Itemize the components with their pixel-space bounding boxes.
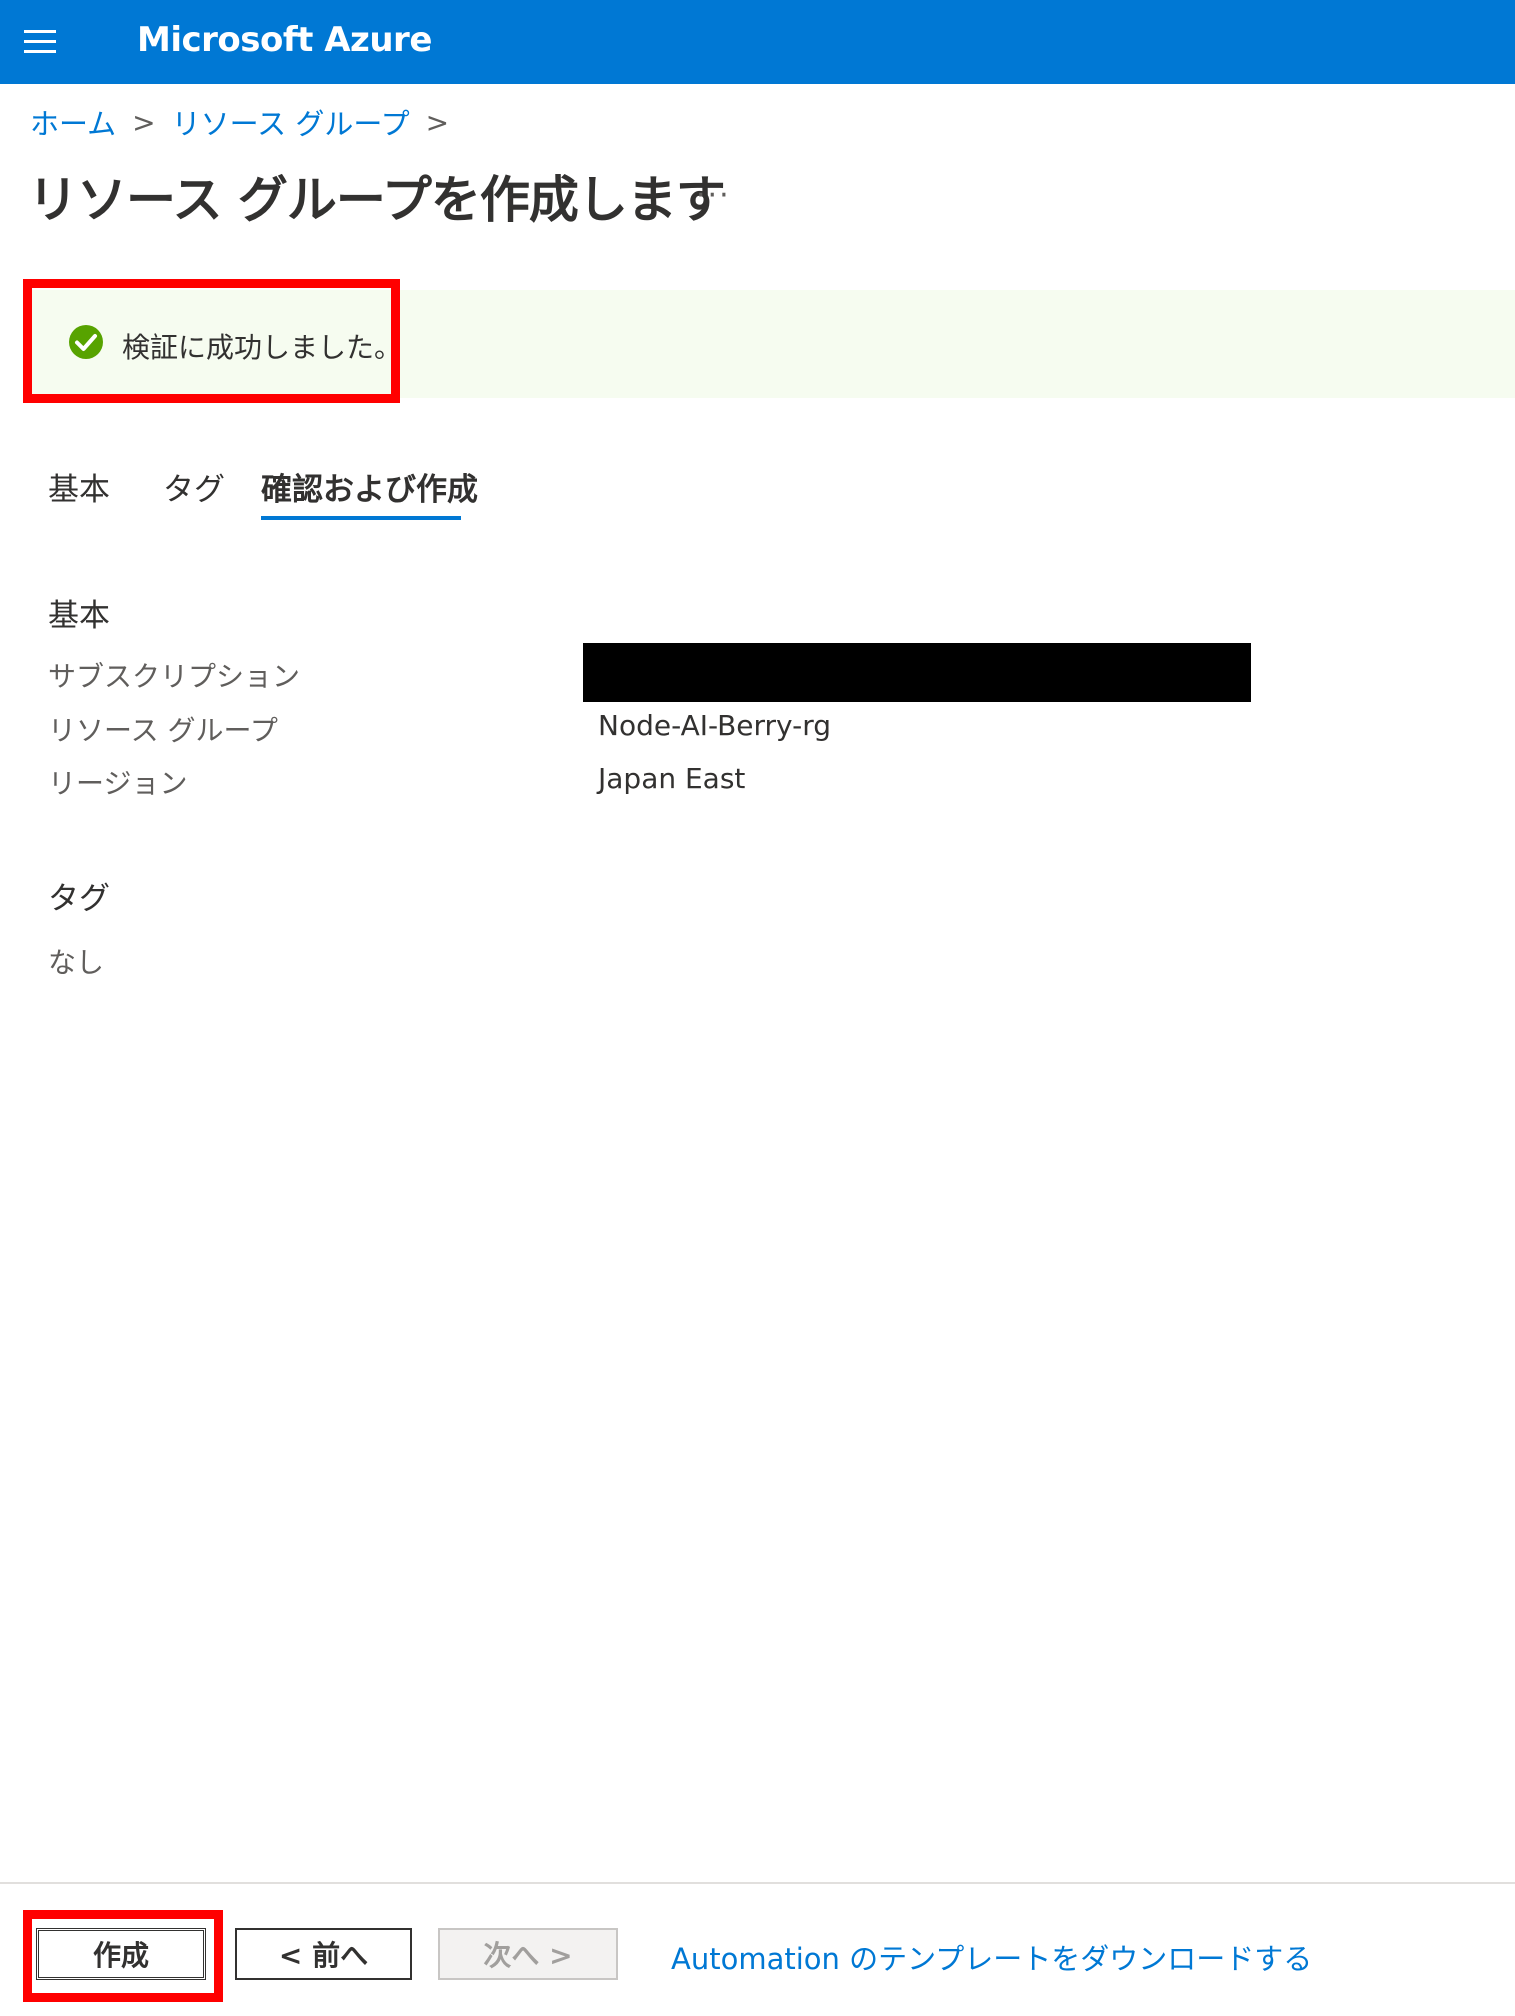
tab-tags[interactable]: タグ bbox=[163, 464, 225, 509]
tags-section-heading: タグ bbox=[48, 881, 110, 917]
page-title: リソース グループを作成します bbox=[28, 171, 726, 229]
checkmark-circle-icon bbox=[69, 325, 103, 359]
region-label: リージョン bbox=[48, 767, 188, 800]
footer-divider bbox=[0, 1882, 1515, 1884]
chevron-right-icon: > bbox=[132, 105, 156, 139]
tab-review-create[interactable]: 確認および作成 bbox=[261, 464, 478, 509]
validation-message: 検証に成功しました。 bbox=[122, 331, 403, 364]
next-button[interactable]: 次へ > bbox=[438, 1928, 618, 1980]
breadcrumb: ホーム > リソース グループ > bbox=[30, 102, 465, 142]
basics-section-heading: 基本 bbox=[48, 598, 110, 634]
tags-value: なし bbox=[48, 946, 105, 979]
download-template-link[interactable]: Automation のテンプレートをダウンロードする bbox=[671, 1936, 1312, 1978]
region-value: Japan East bbox=[598, 762, 746, 795]
hamburger-menu-icon[interactable] bbox=[24, 30, 56, 54]
redacted-subscription-value bbox=[583, 643, 1251, 702]
tab-basics[interactable]: 基本 bbox=[48, 464, 110, 509]
top-nav-bar: Microsoft Azure bbox=[0, 0, 1515, 84]
subscription-label: サブスクリプション bbox=[48, 660, 301, 693]
chevron-right-icon: > bbox=[425, 105, 450, 139]
create-button[interactable]: 作成 bbox=[36, 1928, 206, 1980]
more-options-icon[interactable]: ··· bbox=[696, 178, 731, 213]
breadcrumb-home[interactable]: ホーム bbox=[30, 101, 116, 143]
resource-group-label: リソース グループ bbox=[48, 714, 278, 747]
breadcrumb-resource-groups[interactable]: リソース グループ bbox=[172, 101, 410, 143]
brand-title[interactable]: Microsoft Azure bbox=[137, 20, 432, 60]
active-tab-indicator bbox=[261, 516, 461, 520]
previous-button[interactable]: < 前へ bbox=[235, 1928, 412, 1980]
resource-group-value: Node-AI-Berry-rg bbox=[598, 709, 832, 742]
